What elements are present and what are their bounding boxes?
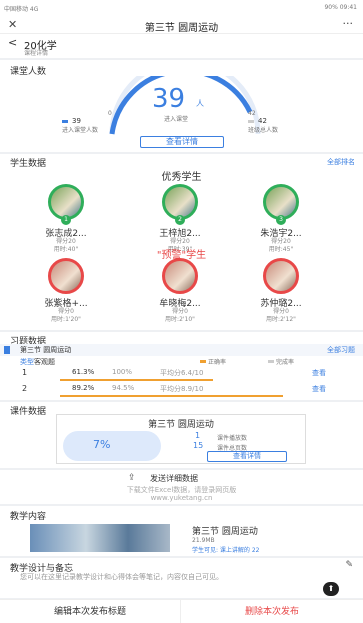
- teaching-meta: 学生可见: 课上讲解的 22: [192, 547, 260, 554]
- attendance-detail-button[interactable]: 查看详情: [140, 136, 224, 148]
- back-icon[interactable]: <: [8, 36, 17, 49]
- legend-correct: 正确率: [208, 359, 227, 366]
- courseware-lesson: 第三节 圆周运动: [148, 420, 214, 430]
- correct-rate-bar: [60, 379, 213, 381]
- exercise-rate: 94.5%: [112, 384, 135, 392]
- lesson-marker: [4, 346, 10, 354]
- export-icon: ⇪: [128, 473, 136, 483]
- legend-blue-swatch: [62, 120, 68, 123]
- excellent-title: 优秀学生: [161, 172, 202, 183]
- courseware-detail-button[interactable]: 查看详情: [207, 451, 287, 462]
- student-score: 得分0: [58, 308, 74, 315]
- lesson-thumbnail[interactable]: [30, 524, 170, 552]
- student-time: 用时:1'20": [51, 316, 81, 323]
- rank-badge: 1: [61, 215, 71, 225]
- lesson-row: 第三节 圆周运动 全部习题: [0, 344, 363, 356]
- attendance-title: 课堂人数: [10, 67, 47, 77]
- exercise-view-link[interactable]: 查看: [312, 384, 326, 394]
- played-count: 1: [195, 431, 201, 440]
- played-label: 课件播放数: [217, 435, 248, 442]
- legend-rate: 完成率: [276, 359, 295, 366]
- page-title: 第三节 圆周运动: [144, 23, 219, 34]
- teaching-lesson[interactable]: 第三节 圆周运动: [192, 524, 258, 537]
- exercise-data-card: 习题数据 第三节 圆周运动 全部习题 类型 客观题 正确率 完成率 1 61.3%…: [0, 332, 363, 400]
- total-label: 班级总人数: [248, 127, 279, 134]
- entered-count: 39: [72, 117, 81, 125]
- delete-release-button[interactable]: 删除本次发布: [180, 599, 363, 623]
- edit-title-button[interactable]: 编辑本次发布标题: [0, 599, 180, 623]
- student-time: 用时:2'10": [165, 316, 195, 323]
- edit-icon[interactable]: ✎: [345, 560, 353, 570]
- battery-time: 90% 09:41: [324, 4, 357, 11]
- attendance-unit: 人: [196, 99, 204, 108]
- entered-label: 进入课堂人数: [62, 127, 99, 134]
- correct-rate-bar: [60, 395, 283, 397]
- avatar[interactable]: [263, 258, 299, 294]
- legend-gray-swatch: [248, 120, 254, 123]
- rank-badge: 3: [276, 215, 286, 225]
- student-score: 得分20: [56, 238, 76, 245]
- status-bar: 中国移动 4G 90% 09:41: [0, 0, 363, 16]
- total-pages: 15: [193, 441, 204, 450]
- legend-correct-swatch: [200, 360, 206, 363]
- top-bar: ✕ 第三节 圆周运动 ···: [0, 16, 363, 34]
- exercise-rate: 100%: [112, 368, 133, 376]
- type-column-header: 类型: [20, 358, 34, 366]
- exercise-avg: 平均分6.4/10: [160, 369, 204, 377]
- more-icon[interactable]: ···: [343, 17, 354, 30]
- student-score: 得分0: [273, 308, 289, 315]
- gauge-max-tick: 42: [248, 110, 256, 117]
- courseware-percent-pill: 7%: [63, 431, 161, 461]
- avatar[interactable]: [48, 258, 84, 294]
- attendance-count: 39: [152, 84, 186, 114]
- exercise-view-link[interactable]: 查看: [312, 368, 326, 378]
- exercise-correct: 89.2%: [72, 384, 95, 392]
- exercise-number: 1: [22, 368, 28, 377]
- student-score: 得分0: [172, 308, 188, 315]
- rank-badge: 2: [175, 215, 185, 225]
- student-score: 得分20: [170, 238, 190, 245]
- courseware-title: 课件数据: [10, 407, 47, 417]
- reflection-text[interactable]: 您可以在这里记录教学设计和心得体会等笔记，内容仅自己可见。: [20, 573, 340, 582]
- exercise-row[interactable]: 2 89.2% 94.5% 平均分8.9/10 查看: [0, 384, 363, 404]
- legend-rate-swatch: [268, 360, 274, 363]
- report-label[interactable]: 发送详细数据: [150, 473, 198, 484]
- gauge-min-tick: 0: [108, 110, 112, 117]
- courseware-percent: 7%: [93, 438, 111, 451]
- courseware-box: 第三节 圆周运动 7% 1 课件播放数 15 课件总页数 查看详情: [56, 414, 306, 464]
- carrier: 中国移动 4G: [4, 6, 39, 13]
- exercise-lesson: 第三节 圆周运动: [20, 346, 72, 354]
- student-data-card: 学生数据 全部排名 优秀学生 1 张志成2... 得分20 用时:40" 2 王…: [0, 154, 363, 330]
- reflection-card: 教学设计与备忘 ✎ 您可以在这里记录教学设计和心得体会等笔记，内容仅自己可见。 …: [0, 558, 363, 598]
- report-card[interactable]: ⇪ 发送详细数据 下载文件Excel数据，请登录网页版 www.yuketang…: [0, 470, 363, 504]
- exercise-correct: 61.3%: [72, 368, 95, 376]
- all-exercises-link[interactable]: 全部习题: [327, 345, 355, 355]
- attendance-card: 课堂人数 39 人 进入课堂 0 42 39 进入课堂人数 42 班级总人数 查…: [0, 60, 363, 152]
- scroll-top-icon[interactable]: ⬆: [323, 582, 339, 596]
- avatar[interactable]: [162, 258, 198, 294]
- teaching-title: 教学内容: [10, 512, 47, 522]
- exercise-avg: 平均分8.9/10: [160, 385, 204, 393]
- exercise-number: 2: [22, 384, 28, 393]
- class-subtitle: 课程详情: [24, 50, 49, 57]
- attendance-count-label: 进入课堂: [164, 116, 189, 123]
- all-ranking-link[interactable]: 全部排名: [327, 157, 355, 167]
- report-line2: www.yuketang.cn: [150, 494, 213, 502]
- teaching-size: 21.9MB: [192, 537, 215, 544]
- class-header: < 20化学 课程详情: [0, 34, 363, 58]
- student-time: 用时:2'12": [266, 316, 296, 323]
- type-filter[interactable]: 客观题: [34, 357, 55, 367]
- courseware-card: 课件数据 第三节 圆周运动 7% 1 课件播放数 15 课件总页数 查看详情: [0, 402, 363, 468]
- student-score: 得分20: [271, 238, 291, 245]
- teaching-card: 教学内容 第三节 圆周运动 21.9MB 学生可见: 课上讲解的 22: [0, 506, 363, 556]
- total-count: 42: [258, 117, 267, 125]
